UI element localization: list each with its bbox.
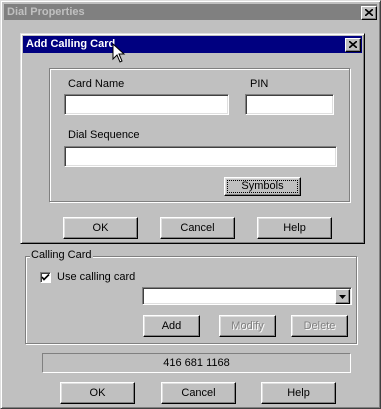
dial-sequence-input[interactable] (64, 146, 337, 167)
dialog-title: Add Calling Card (26, 38, 116, 50)
close-icon (365, 9, 373, 16)
symbols-button[interactable]: Symbols (224, 177, 301, 196)
dropdown-button[interactable] (335, 289, 350, 304)
add-calling-card-dialog: Add Calling Card Card Name PIN Dial Sequ… (20, 33, 365, 244)
main-window-title: Dial Properties (7, 6, 85, 18)
card-name-input[interactable] (64, 94, 229, 115)
main-cancel-button[interactable]: Cancel (161, 382, 236, 404)
pin-label: PIN (250, 78, 269, 90)
delete-card-button[interactable]: Delete (291, 315, 348, 337)
calling-card-select[interactable] (142, 287, 352, 305)
checkmark-icon (41, 273, 50, 281)
main-title-bar: Dial Properties (4, 4, 377, 20)
main-ok-button[interactable]: OK (60, 382, 135, 404)
close-icon (349, 41, 357, 48)
dial-sequence-label: Dial Sequence (68, 129, 140, 141)
main-close-button[interactable] (361, 6, 377, 20)
calling-card-legend: Calling Card (30, 249, 93, 261)
card-name-label: Card Name (68, 78, 125, 90)
dialog-help-button[interactable]: Help (257, 217, 332, 239)
pin-input[interactable] (245, 94, 334, 115)
dialog-cancel-button[interactable]: Cancel (160, 217, 235, 239)
use-calling-card-label: Use calling card (57, 271, 136, 283)
use-calling-card-checkbox[interactable] (40, 272, 51, 283)
add-card-button[interactable]: Add (143, 315, 200, 337)
dialog-close-button[interactable] (345, 38, 361, 52)
dialog-ok-button[interactable]: OK (63, 217, 138, 239)
modify-card-button[interactable]: Modify (219, 315, 276, 337)
dialog-title-bar: Add Calling Card (23, 36, 362, 53)
mouse-cursor-icon (112, 43, 126, 63)
chevron-down-icon (339, 295, 346, 299)
main-help-button[interactable]: Help (261, 382, 336, 404)
phone-number-display: 416 681 1168 (42, 353, 351, 373)
